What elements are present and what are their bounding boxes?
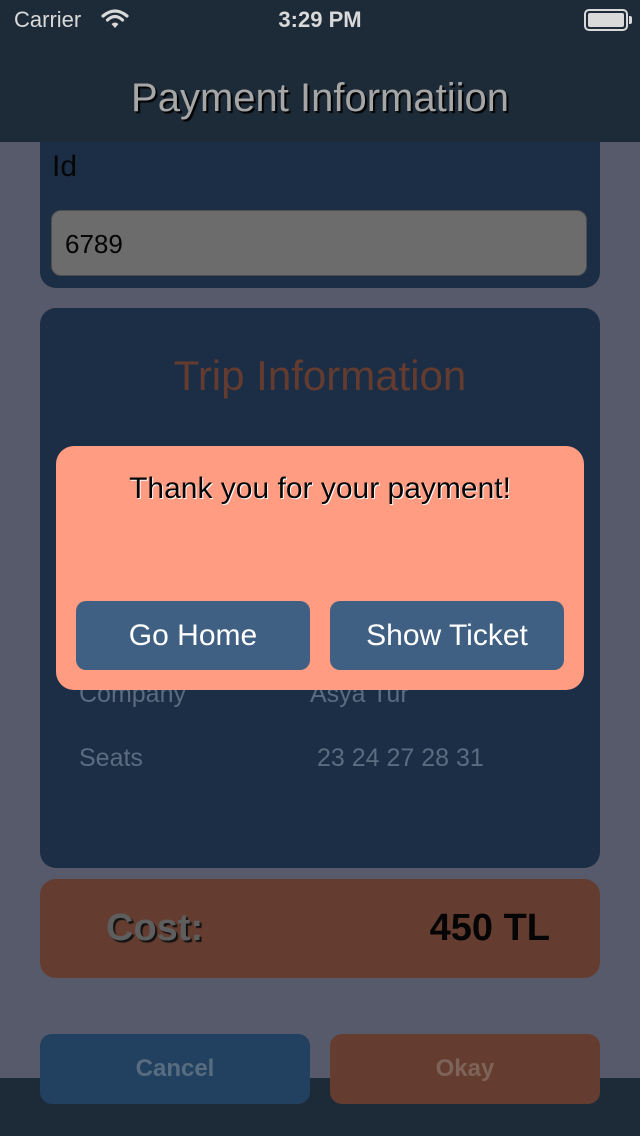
alert-message: Thank you for your payment! bbox=[129, 472, 511, 505]
go-home-button[interactable]: Go Home bbox=[76, 601, 310, 670]
cancel-button[interactable]: Cancel bbox=[40, 1034, 310, 1104]
trip-info-title: Trip Information bbox=[173, 352, 467, 399]
battery-icon bbox=[584, 9, 632, 31]
id-card: Id 6789 bbox=[40, 120, 600, 288]
okay-button[interactable]: Okay bbox=[330, 1034, 600, 1104]
navigation-bar: Carrier 3:29 PM Payment Informatiion bbox=[0, 0, 640, 142]
status-time: 3:29 PM bbox=[278, 7, 362, 32]
payment-alert: Thank you for your payment! Go Home Show… bbox=[56, 446, 584, 690]
page-title: Payment Informatiion bbox=[131, 76, 509, 120]
seats-value: 23 24 27 28 31 bbox=[317, 744, 484, 772]
id-label: Id bbox=[52, 150, 78, 183]
cost-card: Cost: 450 TL bbox=[40, 879, 600, 978]
seats-label: Seats bbox=[79, 744, 143, 772]
status-bar: Carrier 3:29 PM bbox=[0, 0, 640, 40]
cost-label: Cost: bbox=[106, 907, 204, 949]
cost-value: 450 TL bbox=[429, 907, 550, 949]
id-field[interactable]: 6789 bbox=[51, 210, 587, 276]
show-ticket-button[interactable]: Show Ticket bbox=[330, 601, 564, 670]
